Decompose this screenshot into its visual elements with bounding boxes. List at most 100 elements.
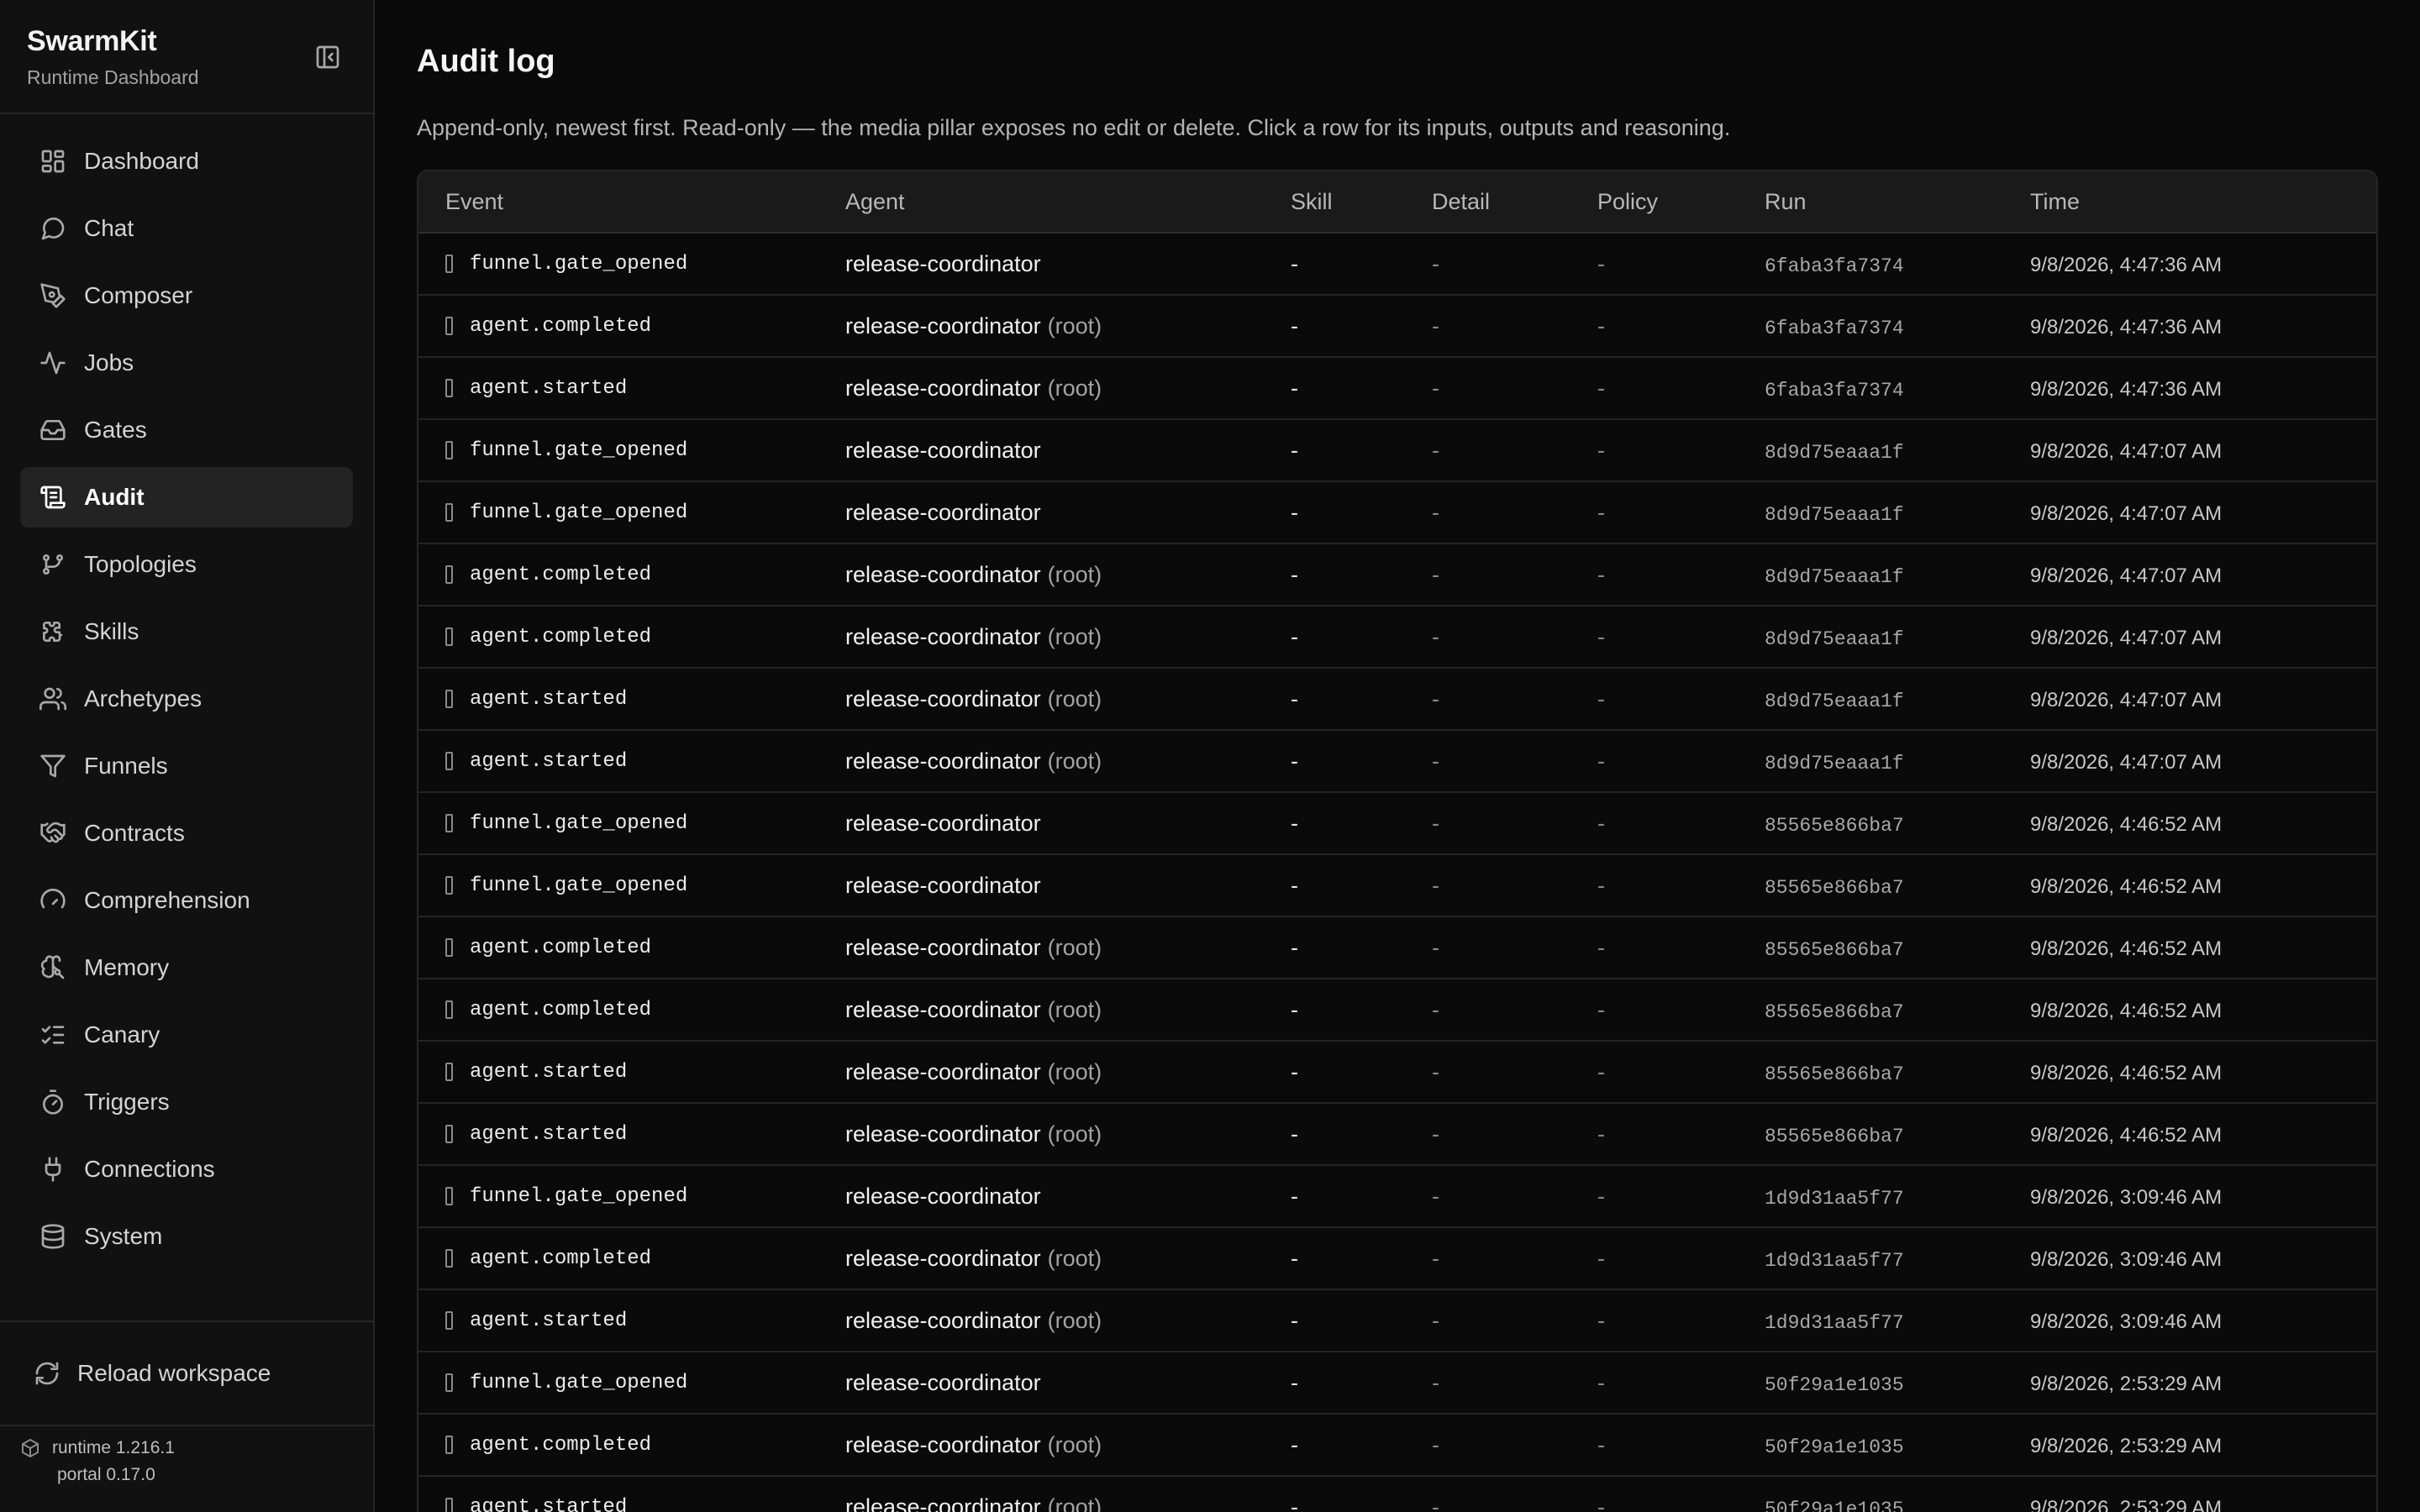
sidebar-item-label: System	[84, 1223, 163, 1249]
skill-value: -	[1291, 623, 1298, 649]
run-cell: 6faba3fa7374	[1738, 295, 2003, 358]
detail-value: -	[1432, 872, 1439, 898]
sidebar-item-dashboard[interactable]: Dashboard	[20, 131, 353, 192]
run-cell: 8d9d75eaaa1f	[1738, 668, 2003, 731]
sidebar-item-system[interactable]: System	[20, 1206, 353, 1267]
run-cell: 85565e866ba7	[1738, 1041, 2003, 1104]
time-cell: 9/8/2026, 4:47:36 AM	[2003, 295, 2376, 358]
expand-row-icon	[445, 938, 453, 957]
table-row[interactable]: agent.started release-coordinator (root) - -…	[418, 1289, 2376, 1352]
sidebar-item-archetypes[interactable]: Archetypes	[20, 669, 353, 729]
agent-name: release-coordinator	[845, 499, 1041, 525]
table-row[interactable]: agent.started release-coordinator (root) - -…	[418, 1103, 2376, 1166]
skill-cell: -	[1264, 1289, 1405, 1352]
agent-cell: release-coordinator	[818, 233, 1264, 296]
agent-name: release-coordinator	[845, 810, 1041, 836]
sidebar-item-chat[interactable]: Chat	[20, 198, 353, 259]
agent-root-tag: (root)	[1047, 996, 1102, 1022]
agent-root-tag: (root)	[1047, 1245, 1102, 1271]
table-row[interactable]: funnel.gate_opened release-coordinator - - -…	[418, 854, 2376, 917]
detail-value: -	[1432, 748, 1439, 774]
expand-row-icon	[445, 627, 453, 646]
table-row[interactable]: agent.started release-coordinator (root) - -…	[418, 1041, 2376, 1104]
column-header-time: Time	[2003, 171, 2376, 234]
collapse-sidebar-button[interactable]	[313, 42, 343, 72]
agent-cell: release-coordinator (root)	[818, 979, 1264, 1042]
table-row[interactable]: agent.completed release-coordinator (root)…	[418, 606, 2376, 669]
reload-workspace-button[interactable]: Reload workspace	[0, 1322, 373, 1426]
expand-row-icon	[445, 1436, 453, 1454]
policy-cell: -	[1570, 419, 1738, 482]
sidebar-item-label: Canary	[84, 1021, 160, 1047]
run-id: 85565e866ba7	[1765, 814, 1904, 837]
expand-row-icon	[445, 752, 453, 770]
policy-cell: -	[1570, 543, 1738, 606]
agent-name: release-coordinator	[845, 1369, 1041, 1395]
inbox-icon	[39, 416, 67, 444]
runtime-version: runtime 1.216.1	[52, 1438, 175, 1457]
sidebar-item-gates[interactable]: Gates	[20, 400, 353, 460]
table-row[interactable]: agent.started release-coordinator (root) - -…	[418, 357, 2376, 420]
sidebar-item-funnels[interactable]: Funnels	[20, 736, 353, 796]
sidebar-item-skills[interactable]: Skills	[20, 601, 353, 662]
skill-cell: -	[1264, 792, 1405, 855]
table-row[interactable]: funnel.gate_opened release-coordinator - - -…	[418, 419, 2376, 482]
table-row[interactable]: agent.completed release-coordinator (root)…	[418, 1227, 2376, 1290]
skill-cell: -	[1264, 854, 1405, 917]
run-cell: 50f29a1e1035	[1738, 1476, 2003, 1512]
table-row[interactable]: funnel.gate_opened release-coordinator - - -…	[418, 233, 2376, 296]
column-header-policy: Policy	[1570, 171, 1738, 234]
table-row[interactable]: agent.completed release-coordinator (root)…	[418, 1414, 2376, 1477]
table-row[interactable]: agent.started release-coordinator (root) - -…	[418, 730, 2376, 793]
table-row[interactable]: agent.completed release-coordinator (root)…	[418, 543, 2376, 606]
table-row[interactable]: funnel.gate_opened release-coordinator - - -…	[418, 1165, 2376, 1228]
sidebar-item-audit[interactable]: Audit	[20, 467, 353, 528]
policy-value: -	[1597, 250, 1605, 276]
sidebar-item-connections[interactable]: Connections	[20, 1139, 353, 1200]
detail-cell: -	[1405, 1165, 1570, 1228]
event-cell: funnel.gate_opened	[418, 233, 818, 296]
table-row[interactable]: agent.started release-coordinator (root) - -…	[418, 668, 2376, 731]
event-name: agent.started	[470, 1122, 628, 1146]
policy-cell: -	[1570, 792, 1738, 855]
event-name: funnel.gate_opened	[470, 874, 688, 897]
table-row[interactable]: funnel.gate_opened release-coordinator - - -…	[418, 792, 2376, 855]
sidebar-item-canary[interactable]: Canary	[20, 1005, 353, 1065]
table-row[interactable]: agent.completed release-coordinator (root)…	[418, 916, 2376, 979]
sidebar-item-triggers[interactable]: Triggers	[20, 1072, 353, 1132]
sidebar-item-comprehension[interactable]: Comprehension	[20, 870, 353, 931]
skill-cell: -	[1264, 1352, 1405, 1415]
table-row[interactable]: agent.started release-coordinator (root) - -…	[418, 1476, 2376, 1512]
sidebar-item-composer[interactable]: Composer	[20, 265, 353, 326]
table-row[interactable]: funnel.gate_opened release-coordinator - - -…	[418, 1352, 2376, 1415]
sidebar-item-jobs[interactable]: Jobs	[20, 333, 353, 393]
event-name: funnel.gate_opened	[470, 252, 688, 276]
table-row[interactable]: funnel.gate_opened release-coordinator - - -…	[418, 481, 2376, 544]
agent-root-tag: (root)	[1047, 1494, 1102, 1512]
table-row[interactable]: agent.completed release-coordinator (root)…	[418, 295, 2376, 358]
event-cell: funnel.gate_opened	[418, 854, 818, 917]
policy-cell: -	[1570, 1352, 1738, 1415]
policy-cell: -	[1570, 1041, 1738, 1104]
sidebar-item-contracts[interactable]: Contracts	[20, 803, 353, 864]
table-row[interactable]: agent.completed release-coordinator (root)…	[418, 979, 2376, 1042]
event-name: agent.completed	[470, 563, 652, 586]
skill-cell: -	[1264, 357, 1405, 420]
skill-cell: -	[1264, 668, 1405, 731]
detail-cell: -	[1405, 419, 1570, 482]
detail-cell: -	[1405, 1227, 1570, 1290]
policy-cell: -	[1570, 233, 1738, 296]
skill-cell: -	[1264, 1165, 1405, 1228]
sidebar-item-memory[interactable]: Memory	[20, 937, 353, 998]
agent-name: release-coordinator	[845, 1058, 1041, 1084]
event-name: agent.started	[470, 687, 628, 711]
policy-cell: -	[1570, 730, 1738, 793]
time-cell: 9/8/2026, 2:53:29 AM	[2003, 1352, 2376, 1415]
sidebar-item-topologies[interactable]: Topologies	[20, 534, 353, 595]
audit-table-body: funnel.gate_opened release-coordinator - - -…	[418, 233, 2376, 1512]
event-name: agent.completed	[470, 1433, 652, 1457]
dashboard-icon	[39, 147, 67, 176]
agent-root-tag: (root)	[1047, 1431, 1102, 1457]
skill-value: -	[1291, 1121, 1298, 1147]
policy-cell: -	[1570, 979, 1738, 1042]
